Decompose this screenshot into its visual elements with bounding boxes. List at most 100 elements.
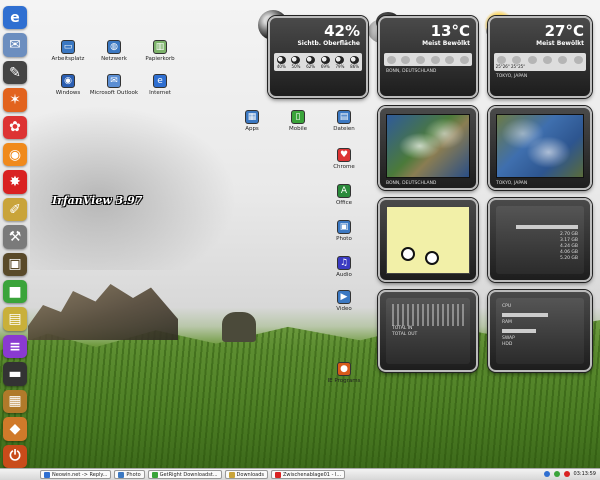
desktop-icon-label: Audio: [336, 272, 352, 278]
panda-icon-2: [425, 251, 439, 265]
satellite-japan-image: [496, 114, 584, 178]
bonn-details: [380, 47, 476, 51]
cpu-widget[interactable]: CPU RAM SWAP HDD: [488, 290, 592, 372]
drive-g-size: 5.20 GB: [559, 256, 578, 261]
satellite-europe-image: [386, 114, 470, 178]
weather-tokyo-widget[interactable]: 27°C Meist Bewölkt 25°26° 25°25° TOKYO, …: [488, 16, 592, 98]
moon-widget[interactable]: 42% Sichtb. Oberfläche 40% 50% 62% 69% 7…: [268, 16, 368, 98]
audio-glyph-icon: ♫: [337, 256, 351, 270]
books-icon[interactable]: ▤: [3, 307, 27, 331]
tray-app-icon[interactable]: [563, 471, 570, 477]
weather-bonn-widget[interactable]: 13°C Meist Bewölkt BONN, DEUTSCHLAND: [378, 16, 478, 98]
desktop-icon-label: Apps: [245, 126, 259, 132]
taskbar-button[interactable]: Photo: [114, 470, 145, 479]
irfanview-icon[interactable]: ✸: [3, 170, 27, 194]
satellite-japan-label: TOKYO, JAPAN: [496, 181, 528, 186]
paintbrush-icon[interactable]: ✎: [3, 60, 27, 85]
desktop-icon-label: IE Programs: [327, 378, 361, 384]
papierkorb-icon[interactable]: ▥ Papierkorb: [130, 40, 190, 62]
taskbar-button[interactable]: GetRight Downloadst...: [147, 470, 222, 479]
moon-percent: 42%: [324, 22, 360, 40]
satellite-japan-widget[interactable]: TOKYO, JAPAN: [488, 106, 592, 190]
netzwerk-glyph-icon: ◍: [107, 40, 121, 54]
taskbar-app-icon: [151, 471, 158, 478]
taskbar-app-icon: [118, 471, 125, 478]
windows-glyph-icon: ◉: [61, 74, 75, 88]
bonn-condition: Meist Bewölkt: [422, 40, 470, 47]
desktop-icon-label: Office: [335, 200, 353, 206]
mail-icon[interactable]: ✉: [3, 33, 27, 57]
desktop-icon-label: Papierkorb: [145, 56, 175, 62]
tokyo-details: [490, 47, 590, 51]
car-icon[interactable]: ◆: [3, 417, 27, 441]
dateien-glyph-icon: ▤: [337, 110, 351, 124]
stack-icon[interactable]: ≡: [3, 334, 27, 359]
system-tray: 03:13:59: [543, 469, 596, 479]
drives-widget[interactable]: 2.70 GB 3.17 GB 4.24 GB 4.06 GB 5.20 GB: [488, 198, 592, 282]
apps-glyph-icon: ▦: [245, 110, 259, 124]
photo-glyph-icon: ▣: [337, 220, 351, 234]
pet-widget[interactable]: [378, 198, 478, 282]
desktop-icon-label: Video: [336, 306, 352, 312]
taskbar-button[interactable]: Downloads: [224, 470, 268, 479]
bonn-location: BONN, DEUTSCHLAND: [386, 69, 437, 74]
drives-pane: 2.70 GB 3.17 GB 4.24 GB 4.06 GB 5.20 GB: [496, 206, 584, 274]
desktop-icon-label: Windows: [55, 90, 81, 96]
taskbar-button[interactable]: Neowin.net -> Reply...: [40, 470, 112, 479]
desktop-icon-label: Netzwerk: [101, 56, 127, 62]
green-app-icon[interactable]: ■: [3, 280, 27, 304]
dock-hover-label: IrfanView 3.97: [52, 194, 143, 207]
audio-icon[interactable]: ♫ Audio: [314, 256, 374, 278]
firefox-icon[interactable]: ✶: [3, 88, 27, 112]
package-icon[interactable]: ▦: [3, 389, 27, 414]
power-icon[interactable]: ⏻: [3, 444, 27, 468]
brushes-icon[interactable]: ✐: [3, 197, 27, 222]
cpu-pane: CPU RAM SWAP HDD: [496, 298, 584, 364]
desktop-icon-label: Mobile: [288, 126, 308, 132]
desktop-icon-label: Internet: [149, 90, 171, 96]
video-icon[interactable]: ▶ Video: [314, 290, 374, 312]
net-total-out: TOTAL OUT: [392, 332, 418, 337]
satellite-europe-widget[interactable]: BONN, DEUTSCHLAND: [378, 106, 478, 190]
tokyo-temperature: 27°C: [544, 22, 584, 40]
folder-icon[interactable]: ▣: [3, 252, 27, 277]
network-pane: TOTAL IN TOTAL OUT: [386, 298, 470, 364]
ie-programs-icon[interactable]: ● IE Programs: [314, 362, 374, 384]
ie-programs-glyph-icon: ●: [337, 362, 351, 376]
taskbar-button-label: GetRight Downloadst...: [159, 471, 218, 478]
key-icon[interactable]: ▬: [3, 362, 27, 386]
flower-icon[interactable]: ✿: [3, 115, 27, 140]
moon-condition: Sichtb. Oberfläche: [297, 40, 360, 47]
taskbar-app-icon: [228, 471, 235, 478]
tray-network-icon[interactable]: [543, 471, 550, 477]
microsoft-outlook-glyph-icon: ✉: [107, 74, 121, 88]
clock[interactable]: 03:13:59: [574, 471, 596, 477]
papierkorb-glyph-icon: ▥: [153, 40, 167, 54]
chrome-icon[interactable]: ♥ Chrome: [314, 148, 374, 170]
taskbar-button-label: Photo: [126, 471, 141, 478]
desktop-icon-label: Arbeitsplatz: [51, 56, 85, 62]
blender-icon[interactable]: ◉: [3, 143, 27, 167]
office-icon[interactable]: A Office: [314, 184, 374, 206]
taskbar-button-label: Downloads: [236, 471, 264, 478]
office-glyph-icon: A: [337, 184, 351, 198]
taskbar-app-icon: [44, 471, 50, 478]
tray-volume-icon[interactable]: [553, 471, 560, 477]
chrome-glyph-icon: ♥: [337, 148, 351, 162]
photo-icon[interactable]: ▣ Photo: [314, 220, 374, 242]
desktop-icon-label: Photo: [336, 236, 352, 242]
moon-details: [270, 47, 366, 51]
tools-icon[interactable]: ⚒: [3, 225, 27, 249]
tokyo-forecast-row: 25°26° 25°25°: [494, 53, 586, 71]
moon-phase-row: 40% 50% 62% 69% 79% 86%: [274, 53, 362, 71]
mobile-glyph-icon: ▯: [291, 110, 305, 124]
taskbar-button-label: Neowin.net -> Reply...: [52, 471, 108, 478]
internet-glyph-icon: e: [153, 74, 167, 88]
internet-explorer-icon[interactable]: e: [3, 6, 27, 30]
left-dock: e ✉ ✎ ✶ ✿ ◉ ✸ ✐ ⚒ ▣ ■ ▤ ≡ ▬ ▦ ◆ ⏻: [0, 0, 30, 468]
taskbar-button[interactable]: Zwischenablage01 - I...: [271, 470, 346, 479]
network-widget[interactable]: TOTAL IN TOTAL OUT: [378, 290, 478, 372]
internet-icon[interactable]: e Internet: [130, 74, 190, 96]
dateien-icon[interactable]: ▤ Dateien: [314, 110, 374, 132]
desktop-icon-label: Chrome: [333, 164, 355, 170]
